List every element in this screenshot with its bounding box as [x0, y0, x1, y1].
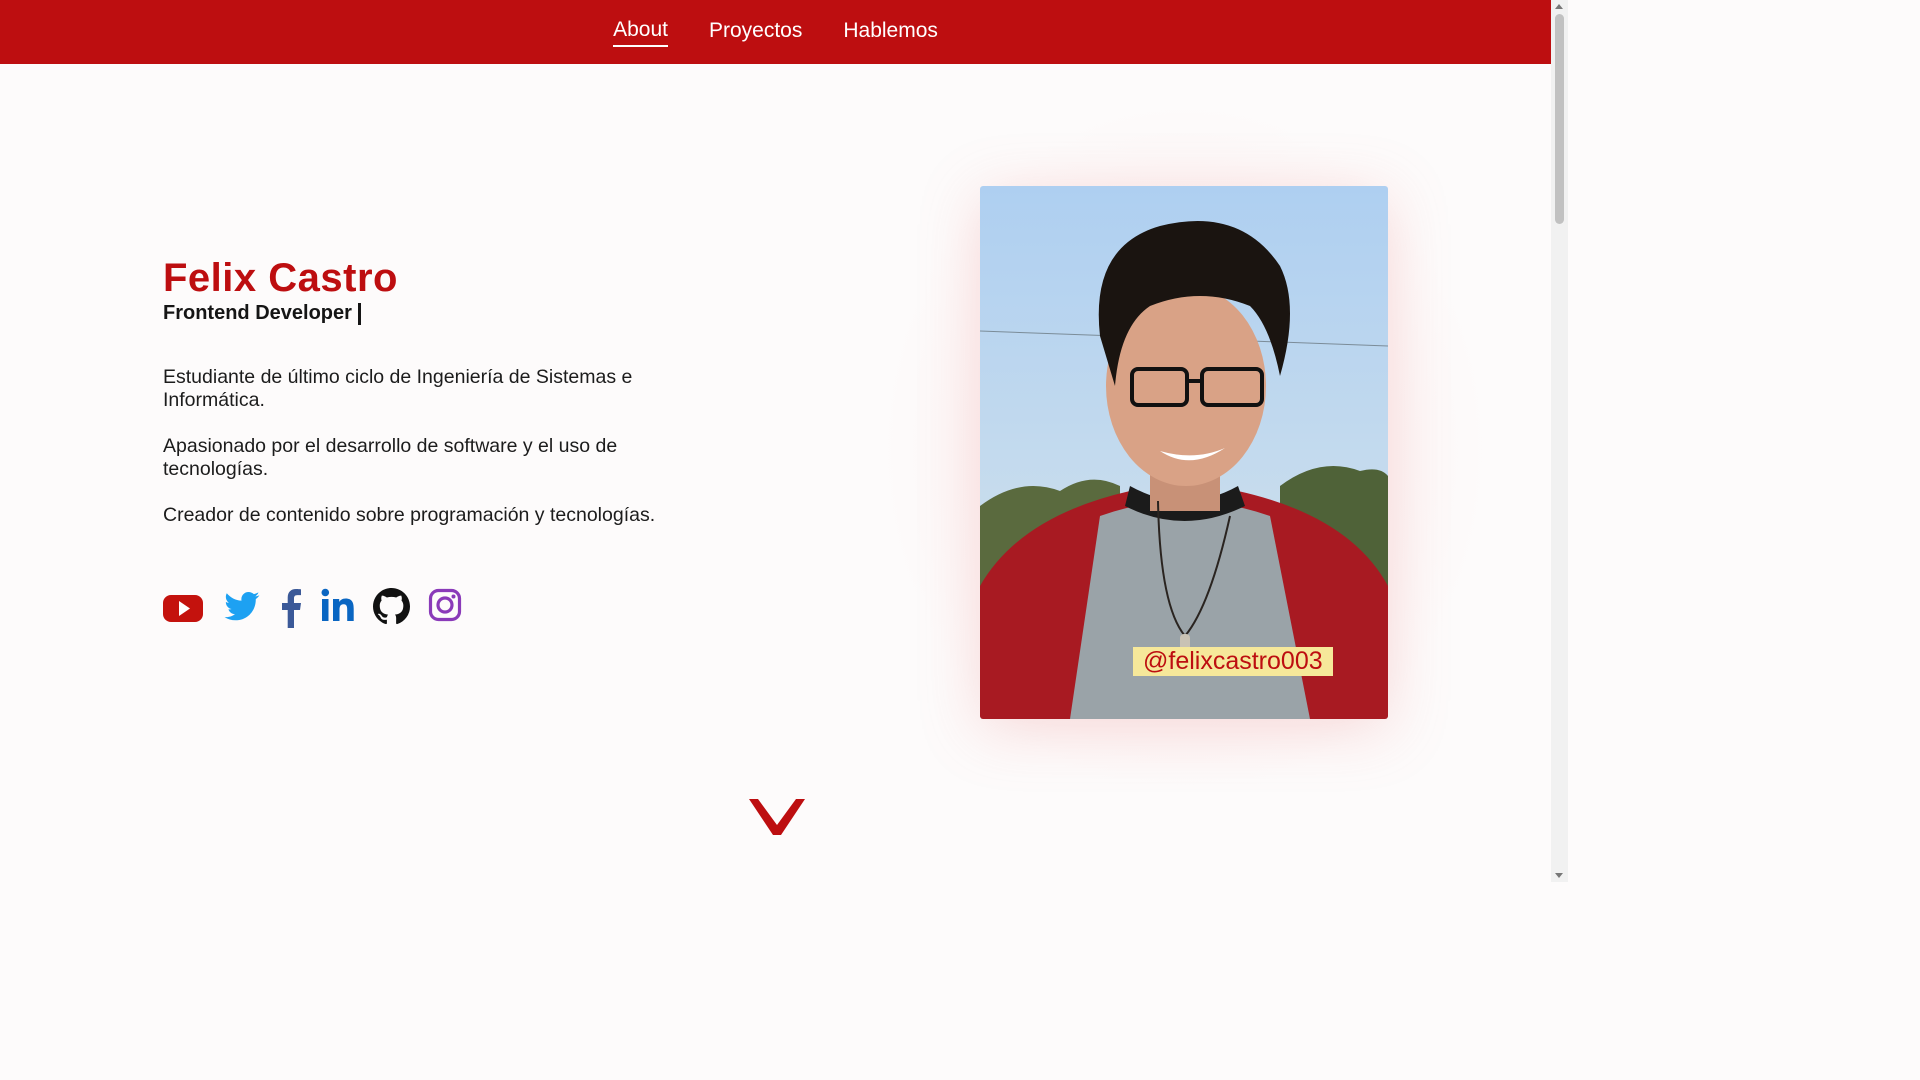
github-icon[interactable] — [373, 588, 410, 625]
hero-name: Felix Castro — [163, 256, 398, 300]
youtube-icon[interactable] — [163, 588, 203, 628]
facebook-icon[interactable] — [280, 588, 302, 628]
twitter-icon[interactable] — [223, 588, 261, 626]
hero-role: Frontend Developer — [163, 302, 361, 325]
bio-paragraph-2: Apasionado por el desarrollo de software… — [163, 435, 618, 480]
instagram-icon[interactable] — [428, 588, 462, 622]
scroll-down-arrow[interactable] — [1555, 873, 1563, 878]
instagram-handle: @felixcastro003 — [1133, 647, 1333, 676]
bio-paragraph-1: Estudiante de último ciclo de Ingeniería… — [163, 366, 633, 411]
linkedin-icon[interactable] — [321, 588, 355, 622]
hero-role-text: Frontend Developer — [163, 302, 352, 324]
chevron-down-icon[interactable] — [747, 796, 807, 838]
nav-about[interactable]: About — [613, 18, 668, 47]
top-nav: About Proyectos Hablemos — [0, 0, 1551, 64]
nav-hablemos[interactable]: Hablemos — [843, 19, 938, 46]
typing-cursor — [357, 302, 361, 325]
bio-paragraph-3: Creador de contenido sobre programación … — [163, 504, 656, 526]
scrollbar-thumb[interactable] — [1555, 14, 1564, 224]
scroll-up-arrow[interactable] — [1555, 4, 1563, 9]
scrollbar[interactable] — [1551, 0, 1568, 882]
nav-proyectos[interactable]: Proyectos — [709, 19, 802, 46]
profile-photo — [980, 186, 1388, 719]
